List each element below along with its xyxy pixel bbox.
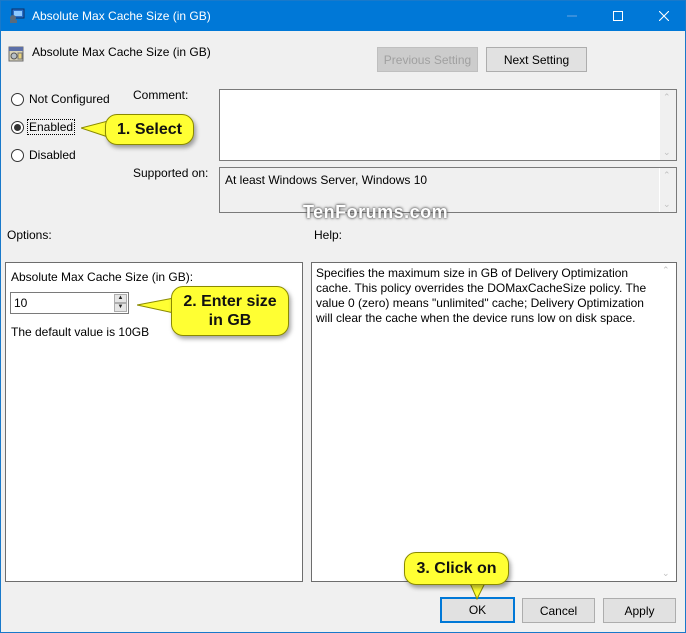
supported-on-label: Supported on: [133, 166, 209, 180]
policy-dialog: Absolute Max Cache Size (in GB) Absolute… [0, 0, 686, 633]
callout-step-2: 2. Enter size in GB [171, 286, 289, 336]
title-bar: Absolute Max Cache Size (in GB) [1, 1, 685, 31]
scroll-down-icon[interactable]: ⌄ [663, 199, 671, 210]
close-button[interactable] [641, 1, 686, 31]
help-label: Help: [314, 228, 343, 242]
callout-step-3: 3. Click on [404, 552, 509, 585]
cancel-button[interactable]: Cancel [522, 598, 595, 623]
spin-down-icon[interactable]: ▼ [114, 303, 127, 312]
help-scrollbar[interactable]: ⌃ ⌄ [659, 263, 676, 581]
minimize-button[interactable] [549, 1, 595, 31]
watermark: TenForums.com [303, 202, 449, 222]
previous-setting-label: Previous Setting [383, 52, 472, 67]
maximize-icon [613, 11, 623, 21]
cache-size-label: Absolute Max Cache Size (in GB): [11, 270, 194, 284]
radio-disabled[interactable]: Disabled [11, 148, 77, 162]
radio-circle [11, 148, 24, 162]
comment-textarea[interactable]: ⌃ ⌄ [219, 89, 677, 161]
default-value-note: The default value is 10GB [11, 325, 150, 339]
callout-2-pointer [137, 297, 175, 314]
setting-title: Absolute Max Cache Size (in GB) [32, 45, 211, 59]
radio-enabled-label: Enabled [26, 119, 76, 135]
ok-label: OK [468, 603, 487, 617]
callout-step-1-text: 1. Select [117, 121, 182, 138]
radio-disabled-label: Disabled [29, 148, 76, 162]
next-setting-button[interactable]: Next Setting [486, 47, 587, 72]
cache-size-spinbox[interactable]: 10 ▲ ▼ [10, 292, 129, 314]
next-setting-label: Next Setting [503, 52, 570, 67]
scroll-up-icon[interactable]: ⌃ [663, 92, 671, 103]
supported-on-value: At least Windows Server, Windows 10 [225, 173, 428, 187]
scroll-down-icon[interactable]: ⌄ [663, 147, 671, 158]
minimize-icon [567, 15, 577, 17]
help-text: Specifies the maximum size in GB of Deli… [316, 266, 647, 325]
apply-label: Apply [624, 603, 655, 618]
scroll-up-icon[interactable]: ⌃ [662, 265, 670, 276]
callout-step-1: 1. Select [105, 114, 194, 145]
spin-up-icon[interactable]: ▲ [114, 294, 127, 303]
cancel-label: Cancel [539, 603, 578, 618]
comment-label: Comment: [133, 88, 189, 102]
radio-circle-checked [11, 120, 24, 134]
cache-size-value[interactable]: 10 [14, 296, 27, 310]
close-icon [659, 11, 669, 21]
maximize-button[interactable] [595, 1, 641, 31]
supported-scrollbar[interactable]: ⌃ ⌄ [659, 168, 676, 212]
radio-not-configured[interactable]: Not Configured [11, 92, 111, 106]
help-panel: Specifies the maximum size in GB of Deli… [311, 262, 677, 582]
apply-button[interactable]: Apply [603, 598, 676, 623]
policy-setting-icon [8, 46, 24, 62]
previous-setting-button[interactable]: Previous Setting [377, 47, 478, 72]
callout-step-3-text: 3. Click on [416, 560, 497, 577]
scroll-up-icon[interactable]: ⌃ [663, 170, 671, 181]
radio-circle [11, 92, 24, 106]
app-icon [10, 8, 25, 23]
options-label: Options: [7, 228, 52, 242]
scroll-down-icon[interactable]: ⌄ [662, 568, 670, 579]
radio-enabled[interactable]: Enabled [11, 119, 76, 135]
radio-not-configured-label: Not Configured [29, 92, 110, 106]
comment-scrollbar[interactable]: ⌃ ⌄ [659, 90, 676, 160]
window-title: Absolute Max Cache Size (in GB) [32, 9, 211, 23]
callout-step-2-text: 2. Enter size in GB [183, 293, 277, 329]
